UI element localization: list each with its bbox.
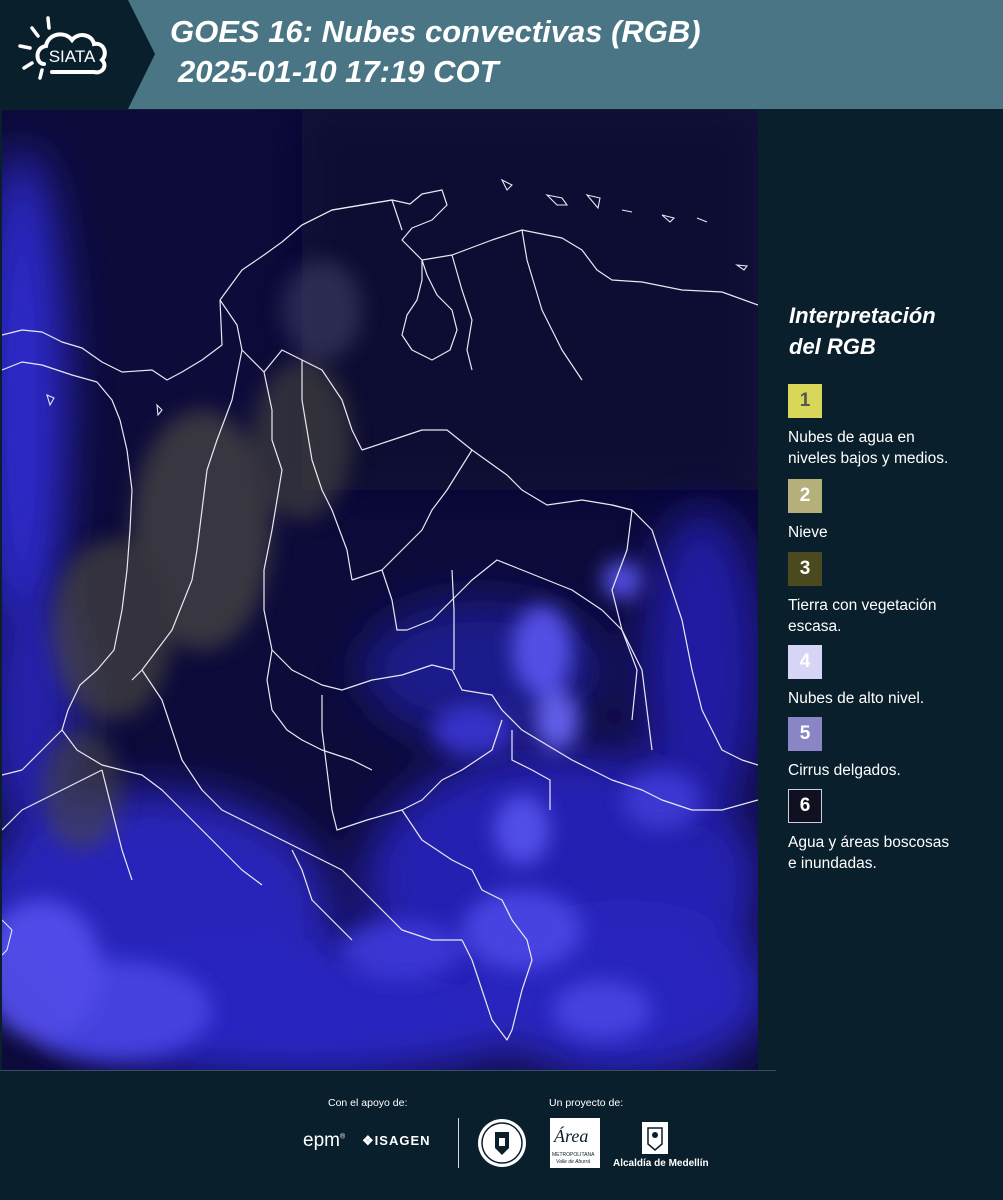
legend-label-6: Agua y áreas boscosas e inundadas. [788, 834, 950, 872]
support-label: Con el apoyo de: [328, 1097, 408, 1109]
header-bar: SIATA GOES 16: Nubes convectivas (RGB) 2… [0, 0, 1003, 109]
legend-item-4: 4 Nubes de alto nivel. [788, 645, 998, 709]
isagen-icon: ❖ [362, 1133, 375, 1148]
project-label: Un proyecto de: [549, 1097, 624, 1109]
isagen-logo: ❖ISAGEN [362, 1133, 431, 1149]
legend-swatch-1: 1 [788, 384, 822, 418]
legend-item-1: 1 Nubes de agua en niveles bajos y medio… [788, 384, 998, 469]
legend-title: Interpretación del RGB [789, 300, 989, 362]
legend-item-3: 3 Tierra con vegetación escasa. [788, 552, 998, 637]
legend-swatch-2: 2 [788, 479, 822, 513]
isagen-logo-text: ISAGEN [374, 1133, 431, 1148]
footer-vertical-divider [458, 1118, 459, 1168]
legend-item-2: 2 Nieve [788, 479, 998, 543]
area-logo-text: Área [554, 1126, 589, 1146]
legend-label-3: Tierra con vegetación escasa. [788, 597, 937, 635]
logo-text: SIATA [49, 47, 96, 66]
medellin-seal-icon [477, 1118, 527, 1168]
epm-logo: epm® [303, 1130, 346, 1151]
legend-label-2: Nieve [788, 524, 828, 541]
legend-label-4: Nubes de alto nivel. [788, 690, 925, 707]
legend-swatch-5: 5 [788, 717, 822, 751]
epm-logo-text: epm [303, 1130, 340, 1151]
alcaldia-shield-icon [640, 1120, 670, 1156]
legend-title-line1: Interpretación [789, 303, 936, 328]
legend-swatch-6: 6 [788, 789, 822, 823]
legend-label-5: Cirrus delgados. [788, 762, 901, 779]
area-logo-sub2: Valle de Aburrá [556, 1159, 591, 1165]
legend-swatch-3: 3 [788, 552, 822, 586]
footer-divider-line [0, 1070, 776, 1071]
area-metropolitana-logo: Área METROPOLITANA Valle de Aburrá [550, 1118, 600, 1168]
legend-title-line2: del RGB [789, 334, 876, 359]
legend-label-1: Nubes de agua en niveles bajos y medios. [788, 429, 949, 467]
legend-swatch-4: 4 [788, 645, 822, 679]
page-title: GOES 16: Nubes convectivas (RGB) [170, 14, 701, 49]
satellite-map [2, 110, 758, 1070]
page-timestamp: 2025-01-10 17:19 COT [178, 54, 499, 89]
footer: Con el apoyo de: Un proyecto de: epm® ❖I… [0, 1070, 1003, 1200]
alcaldia-logo-text: Alcaldía de Medellín [613, 1158, 709, 1169]
legend-item-6: 6 Agua y áreas boscosas e inundadas. [788, 789, 998, 874]
siata-logo: SIATA [0, 0, 155, 109]
area-logo-sub1: METROPOLITANA [552, 1152, 595, 1158]
legend-item-5: 5 Cirrus delgados. [788, 717, 998, 781]
